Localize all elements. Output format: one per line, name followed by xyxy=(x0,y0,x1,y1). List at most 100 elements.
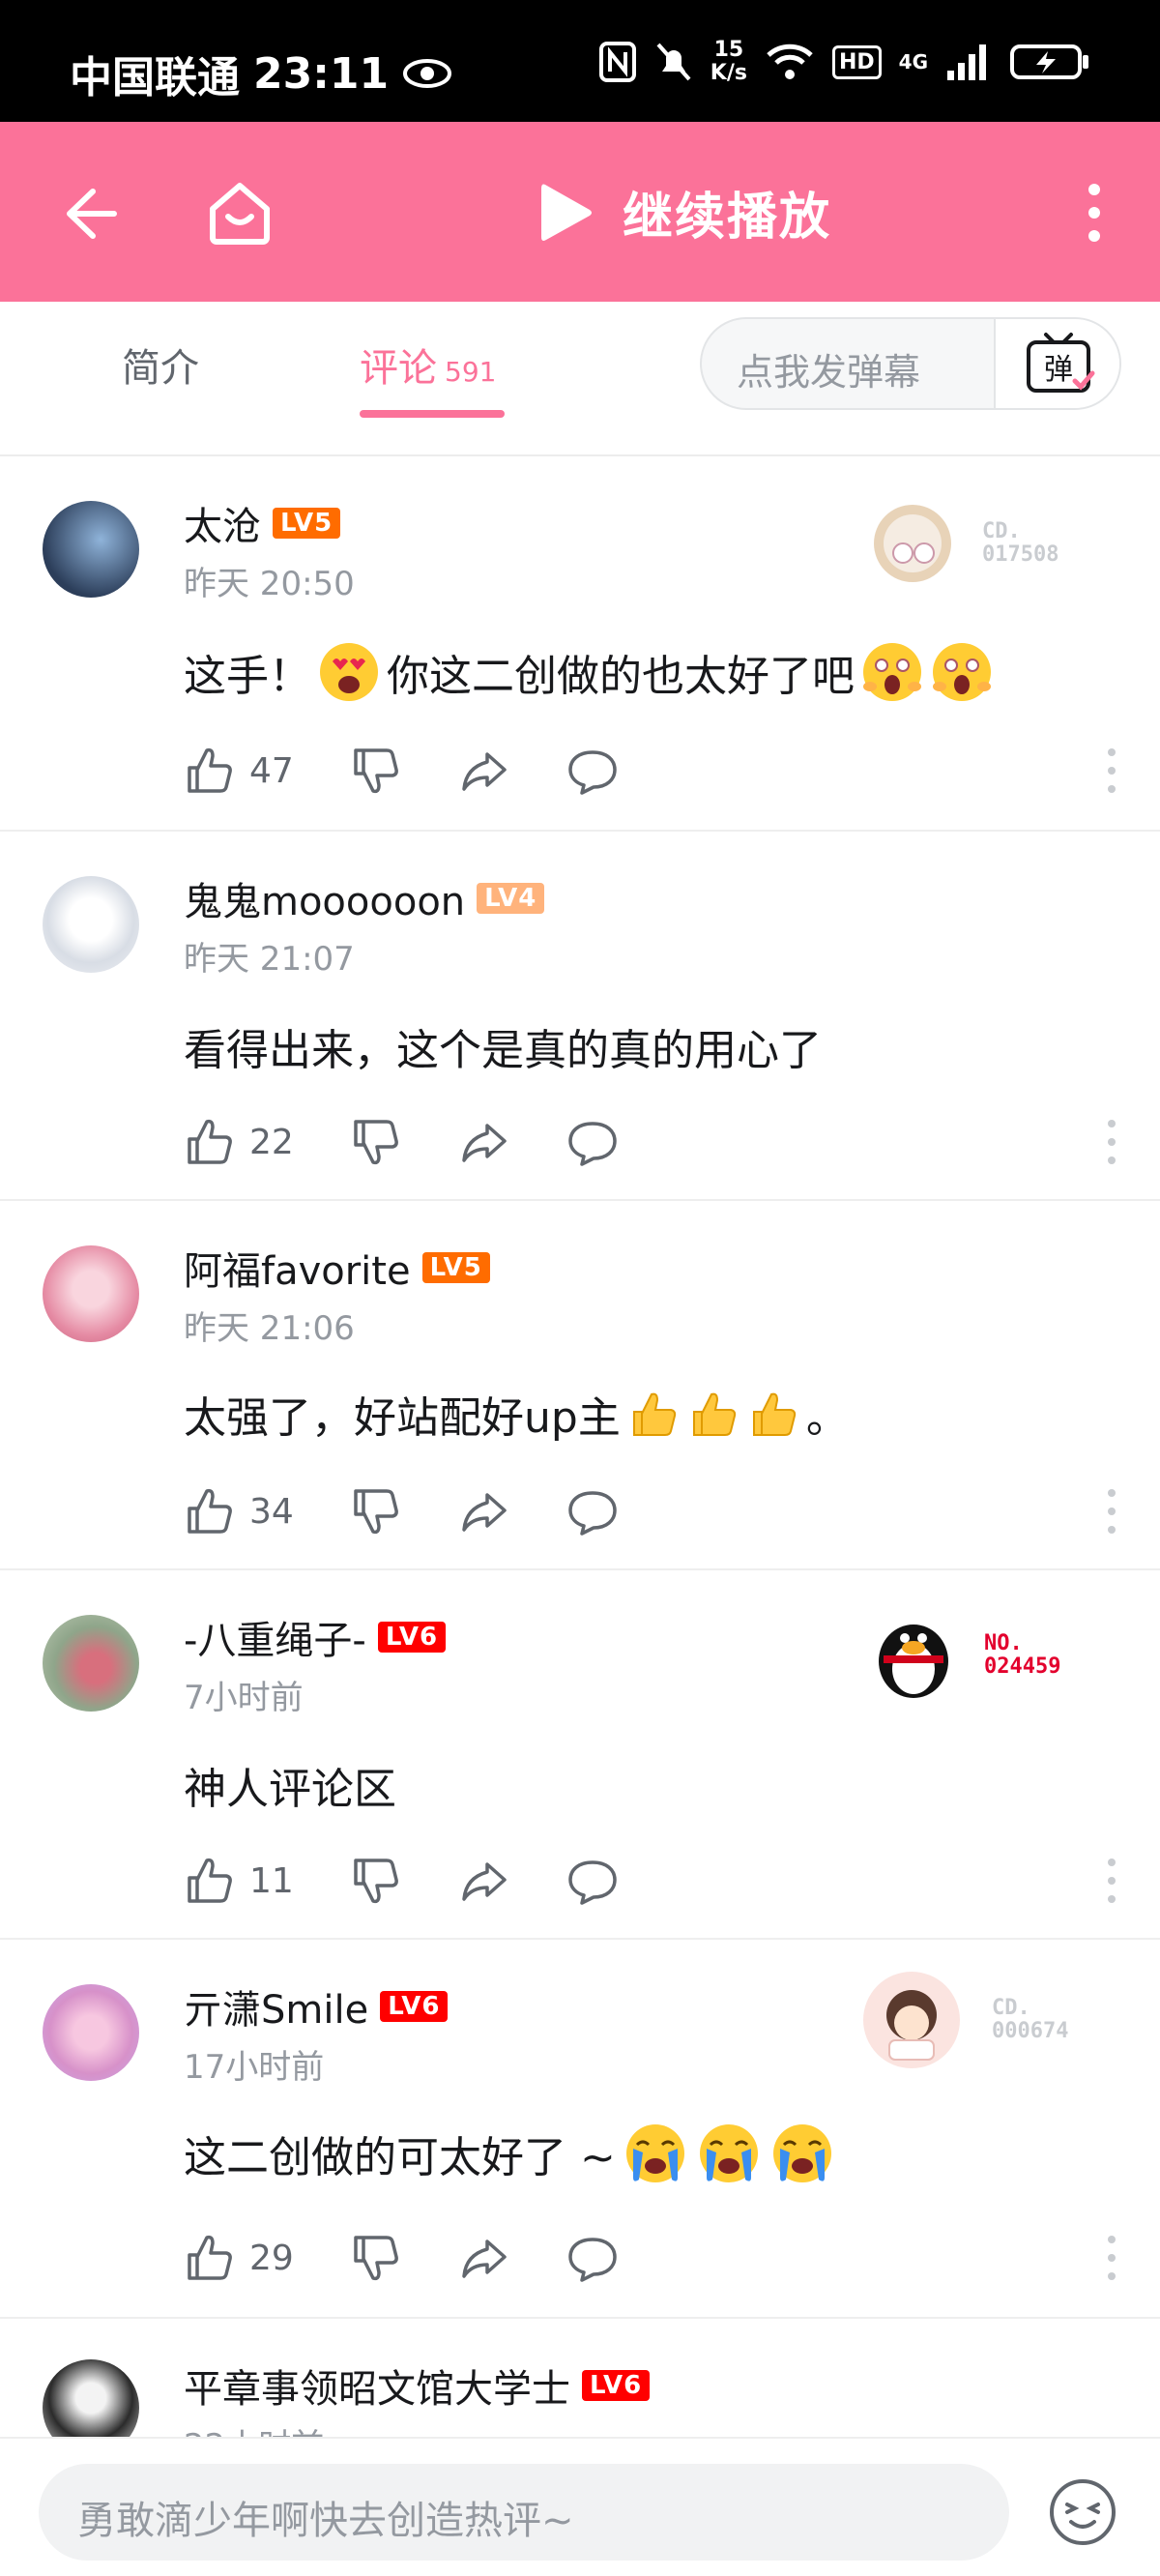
share-button[interactable] xyxy=(458,2232,510,2284)
thumbs-up-icon xyxy=(188,1858,232,1903)
home-icon[interactable] xyxy=(205,178,275,248)
comment-bubble-icon xyxy=(568,1860,617,1905)
play-icon xyxy=(541,184,592,241)
reply-placeholder: 勇敢滴少年啊快去创造热评~ xyxy=(77,2499,574,2543)
comment-more-icon[interactable] xyxy=(1106,1118,1117,1166)
danmaku-toggle-button[interactable]: 弹 xyxy=(994,319,1119,408)
avatar[interactable] xyxy=(43,1984,139,2081)
comment-username[interactable]: 鬼鬼moooooon LV4 xyxy=(184,870,545,926)
speed-unit: K/s xyxy=(710,61,747,85)
fan-digits: 024459 xyxy=(984,1654,1061,1679)
comment-text: 神人评论区 xyxy=(184,1765,396,1814)
comment-actions: 11 xyxy=(184,1855,675,1907)
penguin-medal-icon xyxy=(879,1625,948,1698)
comment-username[interactable]: 亓潇Smile LV6 xyxy=(184,1978,449,2034)
dislike-button[interactable] xyxy=(350,1116,402,1168)
share-icon xyxy=(462,752,507,791)
comment-username[interactable]: 平章事领昭文馆大学士 LV6 xyxy=(184,2357,651,2414)
thumbs-up-icon xyxy=(188,1488,232,1534)
avatar[interactable] xyxy=(43,1245,139,1342)
fan-medal-icon xyxy=(863,1972,960,2068)
share-icon xyxy=(462,2239,507,2278)
reply-input[interactable]: 勇敢滴少年啊快去创造热评~ xyxy=(39,2464,1009,2561)
thumbs-up-icon xyxy=(188,747,232,793)
like-button[interactable]: 34 xyxy=(184,1485,294,1537)
reply-bar: 勇敢滴少年啊快去创造热评~ xyxy=(0,2437,1160,2576)
share-button[interactable] xyxy=(458,745,510,797)
dislike-button[interactable] xyxy=(350,2232,402,2284)
comment-more-icon[interactable] xyxy=(1106,1857,1117,1905)
danmaku-input[interactable]: 点我发弹幕 弹 xyxy=(700,317,1121,410)
comment-bubble-icon xyxy=(568,1491,617,1536)
like-button[interactable]: 11 xyxy=(184,1855,294,1907)
share-button[interactable] xyxy=(458,1485,510,1537)
avatar[interactable] xyxy=(43,876,139,973)
dislike-button[interactable] xyxy=(350,1855,402,1907)
signal-icon xyxy=(947,44,986,80)
avatar[interactable] xyxy=(43,501,139,598)
emoji-face-icon[interactable] xyxy=(1048,2477,1117,2547)
comment-actions: 22 xyxy=(184,1116,675,1168)
battery-icon xyxy=(1010,44,1088,79)
comment-text-part: 这手！ xyxy=(184,652,311,701)
back-arrow-icon[interactable] xyxy=(54,180,122,248)
more-options-icon[interactable] xyxy=(1067,182,1121,244)
crying-emoji xyxy=(699,2124,758,2182)
comment-time: 昨天 20:50 xyxy=(184,565,355,603)
reply-button[interactable] xyxy=(566,745,619,797)
thumbs-up-icon xyxy=(188,1119,232,1164)
thumbs-up-icon xyxy=(188,2235,232,2280)
like-count: 22 xyxy=(249,1122,294,1162)
reply-button[interactable] xyxy=(566,1855,619,1907)
username-text: -八重绳子- xyxy=(184,1619,366,1663)
dislike-button[interactable] xyxy=(350,745,402,797)
fan-digits: 017508 xyxy=(982,542,1059,567)
fan-badge: CD. 017508 xyxy=(870,501,1058,586)
status-left: 中国联通 23:11 xyxy=(70,43,452,104)
comment-time: 昨天 21:06 xyxy=(184,1309,355,1348)
comment-more-icon[interactable] xyxy=(1106,1487,1117,1536)
comment-text-part: 太强了，好站配好up主 xyxy=(184,1393,621,1443)
thumbs-up-emoji xyxy=(632,1392,676,1436)
reply-button[interactable] xyxy=(566,1485,619,1537)
comment-text: 这二创做的可太好了 ~ xyxy=(184,2120,836,2187)
tab-intro[interactable]: 简介 xyxy=(122,337,199,393)
status-bar: 中国联通 23:11 15 K/s HD 4G xyxy=(0,0,1160,122)
level-badge: LV6 xyxy=(582,2370,651,2401)
share-button[interactable] xyxy=(458,1855,510,1907)
dislike-button[interactable] xyxy=(350,1485,402,1537)
starstruck-emoji xyxy=(933,643,991,701)
level-badge: LV6 xyxy=(377,1622,447,1653)
comment-actions: 47 xyxy=(184,745,675,797)
username-text: 平章事领昭文馆大学士 xyxy=(184,2367,570,2412)
hd-badge: HD xyxy=(831,44,882,79)
avatar[interactable] xyxy=(43,2359,139,2437)
like-button[interactable]: 29 xyxy=(184,2232,294,2284)
username-text: 鬼鬼moooooon xyxy=(184,880,466,924)
active-tab-indicator xyxy=(360,410,505,418)
fan-digits: 000674 xyxy=(992,2019,1069,2043)
avatar[interactable] xyxy=(43,1615,139,1712)
reply-button[interactable] xyxy=(566,2232,619,2284)
comment-username[interactable]: 太沧 LV5 xyxy=(184,495,341,551)
comment-item: 鬼鬼moooooon LV4 昨天 21:07 看得出来，这个是真的真的用心了 … xyxy=(0,832,1160,1201)
share-button[interactable] xyxy=(458,1116,510,1168)
fan-prefix: CD. xyxy=(982,519,1021,543)
like-button[interactable]: 22 xyxy=(184,1116,294,1168)
comment-username[interactable]: 阿福favorite LV5 xyxy=(184,1240,490,1296)
comment-text-part: 。 xyxy=(805,1393,849,1443)
continue-play-label: 继续播放 xyxy=(623,189,832,247)
danmaku-tv-icon: 弹 xyxy=(1027,333,1095,393)
comment-count: 591 xyxy=(445,356,497,388)
tab-comments[interactable]: 评论 591 xyxy=(360,337,496,393)
reply-button[interactable] xyxy=(566,1116,619,1168)
comment-username[interactable]: -八重绳子- LV6 xyxy=(184,1609,447,1665)
like-button[interactable]: 47 xyxy=(184,745,294,797)
thumbs-down-icon xyxy=(354,1120,398,1165)
comment-more-icon[interactable] xyxy=(1106,2234,1117,2282)
continue-play-button[interactable]: 继续播放 xyxy=(537,176,831,249)
fan-badge: NO. 024459 xyxy=(870,1609,1060,1702)
share-icon xyxy=(462,1493,507,1532)
comment-more-icon[interactable] xyxy=(1106,746,1117,795)
eye-icon xyxy=(403,59,452,88)
